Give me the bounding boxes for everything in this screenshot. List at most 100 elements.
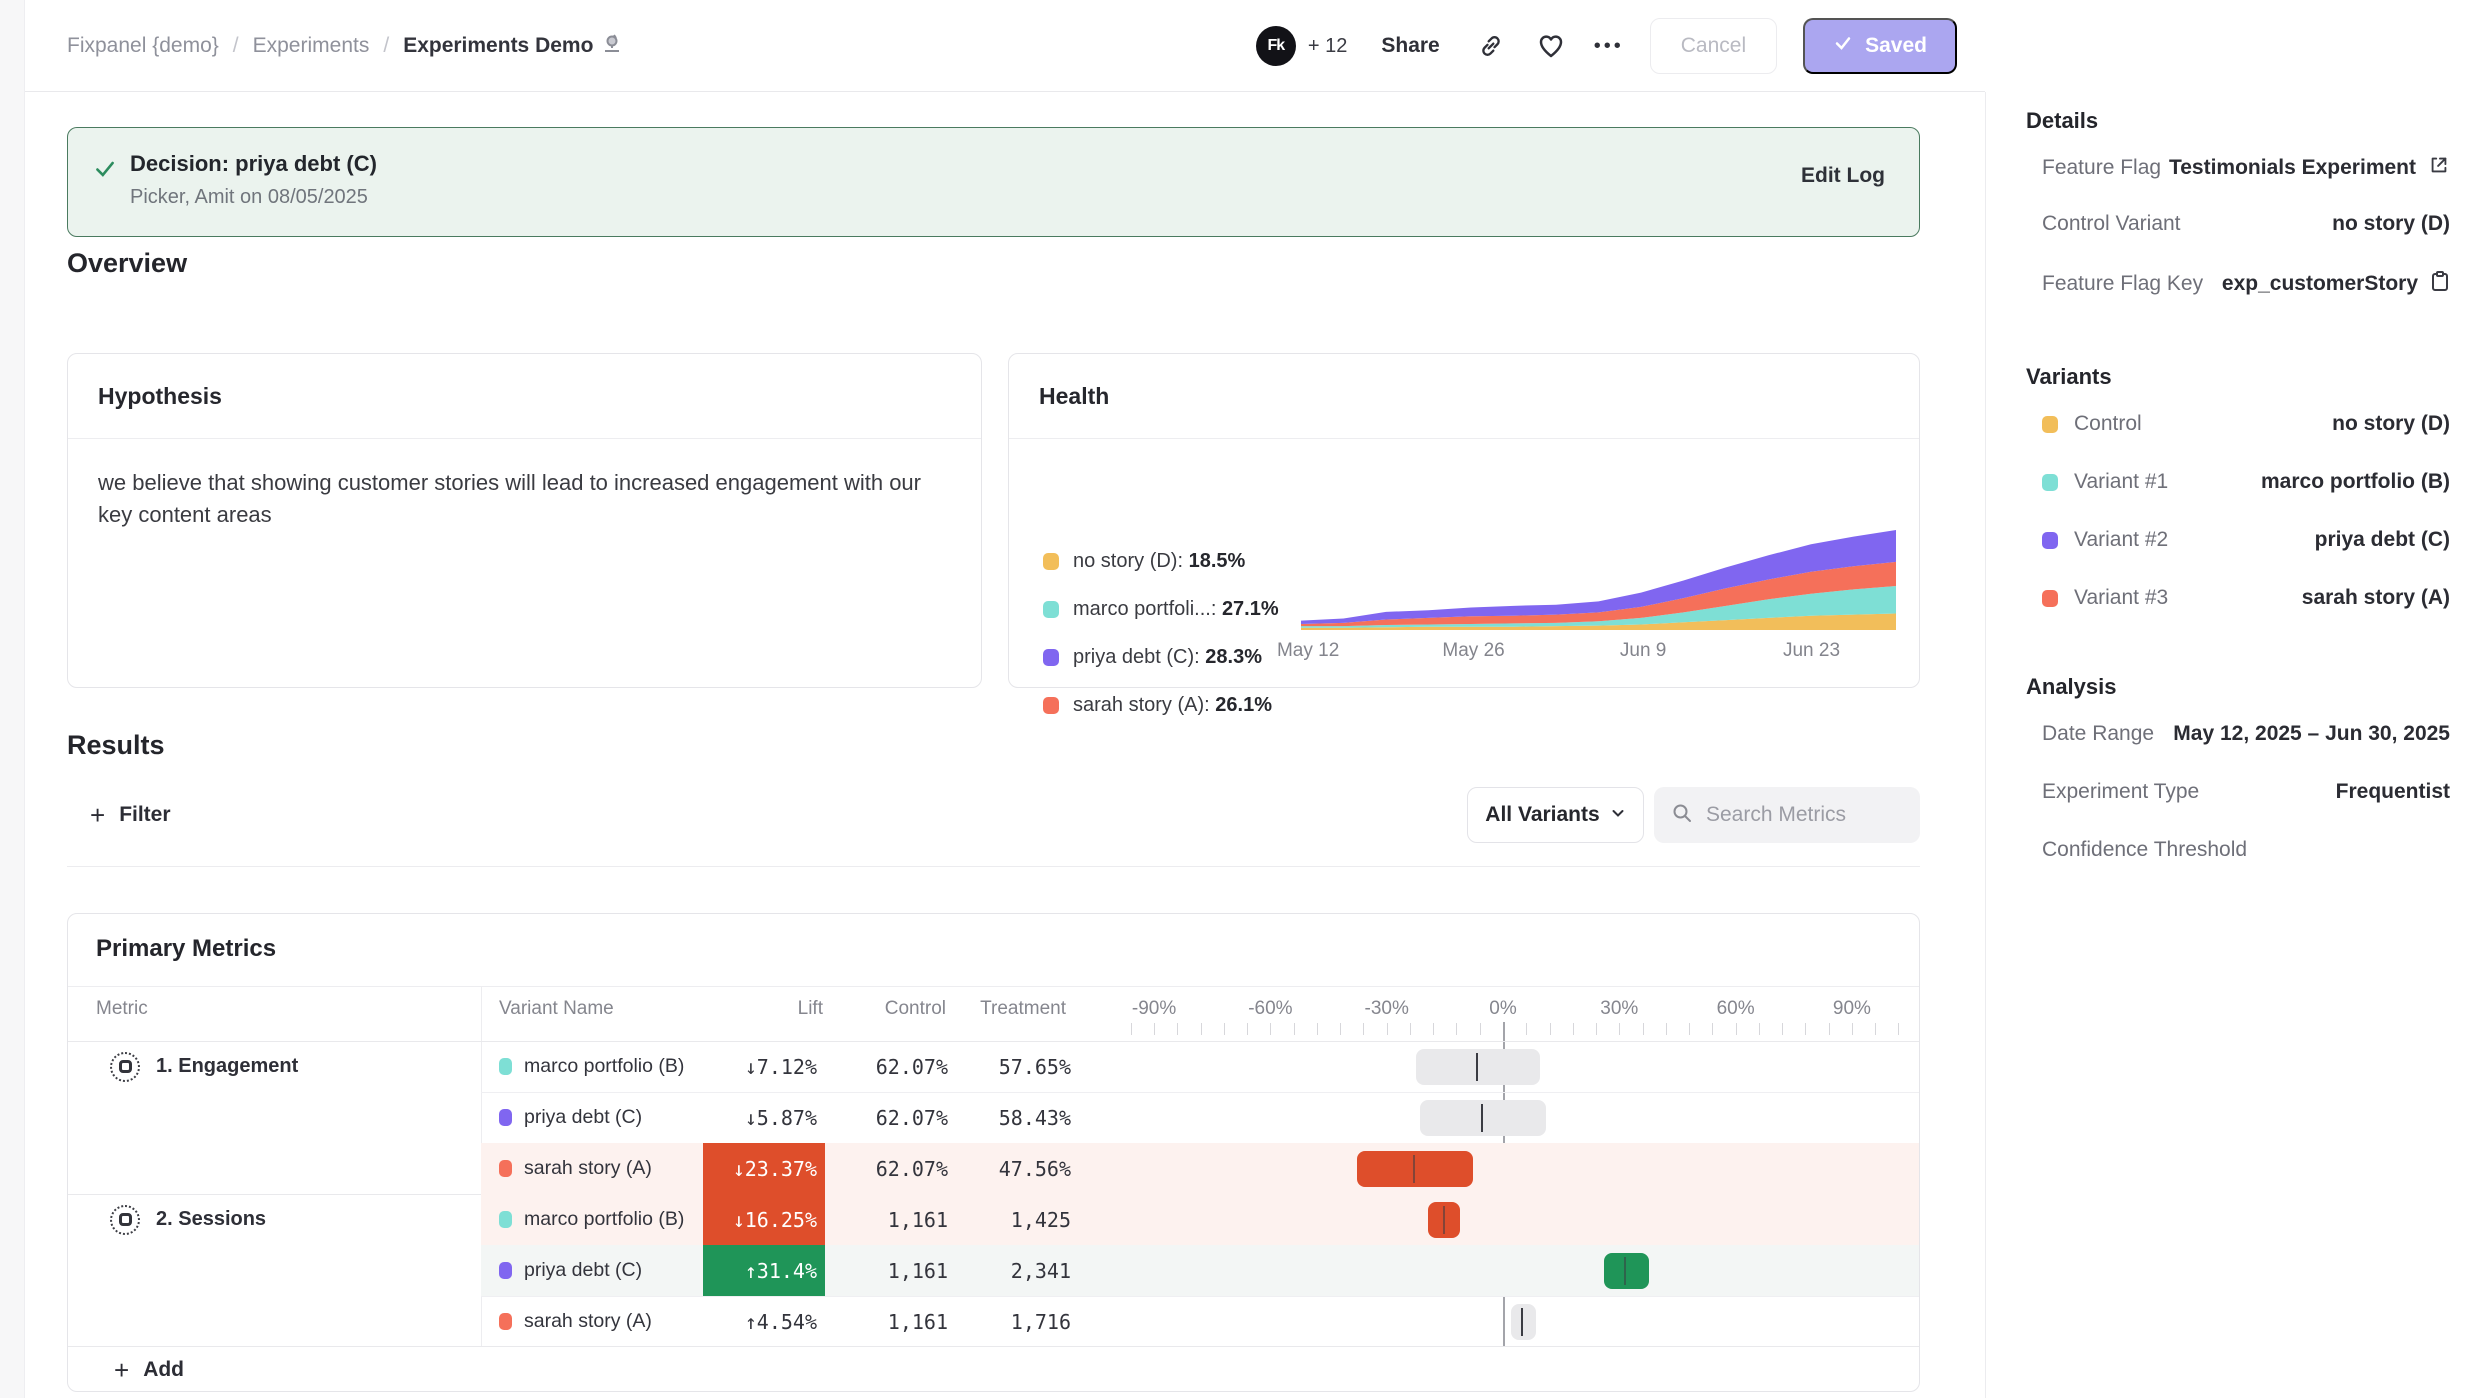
variants-dropdown[interactable]: All Variants <box>1467 787 1644 843</box>
variant-row-2: Variant #2 priya debt (C) <box>2042 528 2450 552</box>
health-chart-x-axis: May 12May 26Jun 9Jun 23 <box>1301 640 1896 666</box>
variant-swatch <box>499 1313 512 1330</box>
copy-icon[interactable] <box>2430 270 2450 298</box>
variant-row-3: Variant #3 sarah story (A) <box>2042 586 2450 610</box>
legend-label: no story (D): <box>1073 550 1189 572</box>
ci-bar <box>1604 1253 1649 1289</box>
add-label: Add <box>143 1358 184 1382</box>
control-value: 62.07% <box>825 1106 948 1130</box>
metric-name: 2. Sessions <box>156 1208 266 1231</box>
ci-bar <box>1357 1151 1473 1187</box>
metric-target-icon <box>110 1205 140 1235</box>
ci-mean-tick <box>1624 1257 1626 1285</box>
check-icon <box>1833 33 1853 59</box>
detail-value: no story (D) <box>2332 212 2450 236</box>
variant-swatch <box>499 1109 512 1126</box>
legend-value: 18.5% <box>1189 550 1246 572</box>
search-metrics-input[interactable] <box>1706 803 1904 827</box>
results-heading: Results <box>67 730 165 761</box>
variant-row-1: Variant #1 marco portfolio (B) <box>2042 470 2450 494</box>
treatment-value: 58.43% <box>948 1106 1071 1130</box>
metric-group-engagement[interactable]: 1. Engagement <box>68 1041 481 1092</box>
legend-swatch <box>1043 649 1059 666</box>
legend-value: 26.1% <box>1215 694 1272 716</box>
ci-axis-label: -30% <box>1365 998 1409 1020</box>
ci-mean-tick <box>1521 1308 1523 1336</box>
hypothesis-card-title: Hypothesis <box>68 354 981 439</box>
variant-row-control: Control no story (D) <box>2042 412 2450 436</box>
add-metric-button[interactable]: + Add <box>68 1346 1920 1392</box>
detail-value[interactable]: Testimonials Experiment <box>2169 156 2416 180</box>
ci-mean-tick <box>1476 1053 1478 1081</box>
divider <box>68 986 1920 987</box>
external-link-icon[interactable] <box>2428 154 2450 182</box>
lift-value: ↓16.25% <box>703 1194 825 1245</box>
variant-name: priya debt (C) <box>524 1106 642 1129</box>
variant-swatch <box>499 1160 512 1177</box>
ci-mean-tick <box>1413 1155 1415 1183</box>
control-value: 62.07% <box>825 1055 948 1079</box>
analysis-value: Frequentist <box>2336 780 2450 804</box>
legend-label: priya debt (C): <box>1073 646 1205 668</box>
avatar[interactable]: Fk <box>1256 26 1296 66</box>
legend-item: no story (D): 18.5% <box>1043 550 1245 573</box>
treatment-value: 2,341 <box>948 1259 1071 1283</box>
col-header-metric: Metric <box>96 998 148 1020</box>
breadcrumb-experiments[interactable]: Experiments <box>253 34 370 58</box>
breadcrumb: Fixpanel {demo} / Experiments / Experime… <box>67 0 623 92</box>
analysis-label: Date Range <box>2042 722 2154 746</box>
legend-item: sarah story (A): 26.1% <box>1043 694 1272 717</box>
variant-value: marco portfolio (B) <box>2261 470 2450 494</box>
ci-axis-label: 90% <box>1833 998 1871 1020</box>
detail-label: Control Variant <box>2042 212 2181 236</box>
breadcrumb-separator: / <box>233 34 239 58</box>
chevron-down-icon <box>1610 803 1626 827</box>
col-header-lift: Lift <box>703 998 823 1020</box>
lift-value: ↓5.87% <box>703 1092 825 1143</box>
favorite-heart-icon[interactable] <box>1534 29 1568 63</box>
add-filter-button[interactable]: + Filter <box>90 787 171 843</box>
treatment-value: 1,425 <box>948 1208 1071 1232</box>
variant-label: Variant #2 <box>2074 528 2168 552</box>
variant-swatch <box>2042 532 2058 549</box>
metric-target-icon <box>110 1052 140 1082</box>
variant-label: Variant #1 <box>2074 470 2168 494</box>
more-options-icon[interactable]: ••• <box>1594 35 1624 58</box>
col-header-variant: Variant Name <box>499 998 614 1020</box>
legend-item: priya debt (C): 28.3% <box>1043 646 1262 669</box>
analysis-value: May 12, 2025 – Jun 30, 2025 <box>2173 722 2450 746</box>
metric-group-sessions[interactable]: 2. Sessions <box>68 1194 481 1245</box>
breadcrumb-project[interactable]: Fixpanel {demo} <box>67 34 219 58</box>
control-value: 1,161 <box>825 1310 948 1334</box>
saved-button[interactable]: Saved <box>1803 18 1957 74</box>
edit-log-button[interactable]: Edit Log <box>1801 164 1885 188</box>
ci-axis-label: 60% <box>1717 998 1755 1020</box>
ci-bar <box>1511 1304 1536 1340</box>
col-header-treatment: Treatment <box>948 998 1066 1020</box>
cancel-button[interactable]: Cancel <box>1650 18 1777 74</box>
decision-meta: Picker, Amit on 08/05/2025 <box>130 186 368 209</box>
legend-swatch <box>1043 553 1059 570</box>
detail-label: Feature Flag Key <box>2042 272 2203 296</box>
control-value: 1,161 <box>825 1208 948 1232</box>
legend-label: sarah story (A): <box>1073 694 1215 716</box>
share-button[interactable]: Share <box>1381 34 1439 58</box>
hypothesis-card: Hypothesis we believe that showing custo… <box>67 353 982 688</box>
health-stacked-area-chart <box>1301 522 1896 630</box>
ci-mean-tick <box>1481 1104 1483 1132</box>
x-axis-label: Jun 9 <box>1620 640 1666 662</box>
detail-row-feature-flag-key: Feature Flag Key exp_customerStory <box>2042 270 2450 298</box>
variant-name: priya debt (C) <box>524 1259 642 1282</box>
variants-dropdown-label: All Variants <box>1485 803 1599 827</box>
breadcrumb-current[interactable]: Experiments Demo <box>403 32 623 60</box>
legend-value: 27.1% <box>1222 598 1279 620</box>
health-card: Health no story (D): 18.5% marco portfol… <box>1008 353 1920 688</box>
saved-label: Saved <box>1865 34 1927 58</box>
variant-name: sarah story (A) <box>524 1310 652 1333</box>
copy-link-icon[interactable] <box>1474 29 1508 63</box>
analysis-label: Experiment Type <box>2042 780 2199 804</box>
ci-axis-label: -90% <box>1132 998 1176 1020</box>
x-axis-label: May 26 <box>1442 640 1504 662</box>
ci-axis-labels: -90%-60%-30%0%30%60%90% <box>1121 998 1920 1020</box>
collaborator-count[interactable]: + 12 <box>1308 35 1347 58</box>
